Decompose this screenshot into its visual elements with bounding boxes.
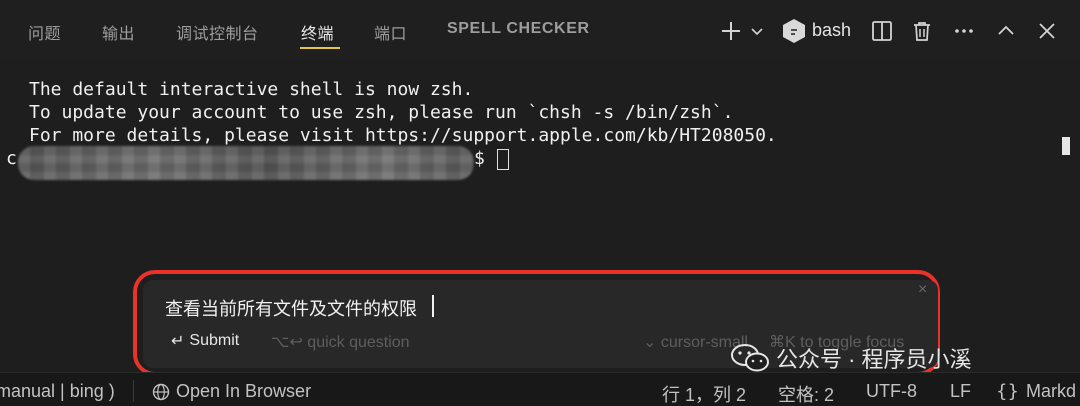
open-in-browser-label: Open In Browser: [176, 381, 312, 401]
redacted-prompt: [18, 146, 474, 180]
watermark-text: 公众号 · 程序员小溪: [776, 347, 972, 372]
status-encoding[interactable]: UTF-8: [866, 381, 917, 402]
status-divider: [133, 380, 134, 402]
status-cursor-position[interactable]: 行 1，列 2: [662, 381, 746, 406]
ellipsis-icon: [955, 29, 973, 33]
prompt-prefix: c: [6, 148, 17, 169]
tab-problems[interactable]: 问题: [28, 20, 61, 44]
terminal-profiles-dropdown[interactable]: [746, 14, 768, 48]
close-icon: [1039, 23, 1055, 39]
trash-icon: [914, 22, 930, 41]
terminal-output-line: For more details, please visit https://s…: [29, 125, 777, 146]
submit-button[interactable]: ↵ Submit: [171, 331, 239, 351]
split-terminal-button[interactable]: [868, 14, 896, 48]
split-panel-icon: [872, 21, 892, 41]
tab-terminal[interactable]: 终端: [301, 20, 334, 44]
maximize-panel-button[interactable]: [992, 14, 1020, 48]
kill-terminal-button[interactable]: [908, 14, 936, 48]
terminal-cursor: [497, 149, 509, 170]
braces-icon: {}: [996, 381, 1019, 402]
watermark: 公众号 · 程序员小溪: [730, 342, 972, 374]
status-bar: manual | bing ) Open In Browser 行 1，列 2 …: [0, 372, 1080, 406]
enter-icon: ↵: [171, 333, 185, 350]
tab-output[interactable]: 输出: [102, 20, 135, 44]
text-caret: [432, 295, 434, 317]
submit-label: Submit: [189, 332, 240, 349]
new-terminal-button[interactable]: [716, 14, 746, 48]
terminal-output-line: To update your account to use zsh, pleas…: [29, 102, 734, 123]
close-icon[interactable]: ×: [918, 281, 927, 299]
chevron-down-icon: [751, 28, 763, 36]
tab-spell-checker[interactable]: SPELL CHECKER: [447, 20, 590, 38]
tab-debug-console[interactable]: 调试控制台: [176, 20, 259, 44]
quick-question-hint[interactable]: ⌥↩ quick question: [271, 332, 410, 352]
chevron-up-icon: [998, 25, 1014, 35]
plus-icon: [722, 22, 740, 40]
wechat-icon: [731, 344, 769, 372]
globe-icon: [152, 383, 170, 400]
chevron-down-icon: ⌄: [643, 334, 657, 351]
status-language-mode[interactable]: Markd: [1026, 381, 1076, 402]
status-indentation[interactable]: 空格: 2: [778, 381, 834, 406]
bash-terminal-tab[interactable]: [780, 14, 808, 48]
quick-question-input[interactable]: 查看当前所有文件及文件的权限: [165, 295, 417, 321]
close-panel-button[interactable]: [1033, 14, 1061, 48]
status-search-engine[interactable]: manual | bing ): [0, 381, 115, 402]
prompt-symbol: $: [474, 148, 485, 169]
open-in-browser-button[interactable]: Open In Browser: [152, 381, 311, 402]
status-eol[interactable]: LF: [950, 381, 971, 402]
active-tab-indicator: [300, 47, 340, 49]
panel-tabbar: 问题 输出 调试控制台 终端 端口 SPELL CHECKER bash: [0, 0, 1080, 62]
more-actions-button[interactable]: [950, 14, 978, 48]
terminal-shell-name[interactable]: bash: [812, 20, 851, 41]
tab-ports[interactable]: 端口: [374, 20, 407, 44]
terminal-shell-icon: [783, 19, 805, 43]
terminal-scrollbar[interactable]: [1062, 137, 1070, 155]
terminal-output-line: The default interactive shell is now zsh…: [29, 79, 474, 100]
